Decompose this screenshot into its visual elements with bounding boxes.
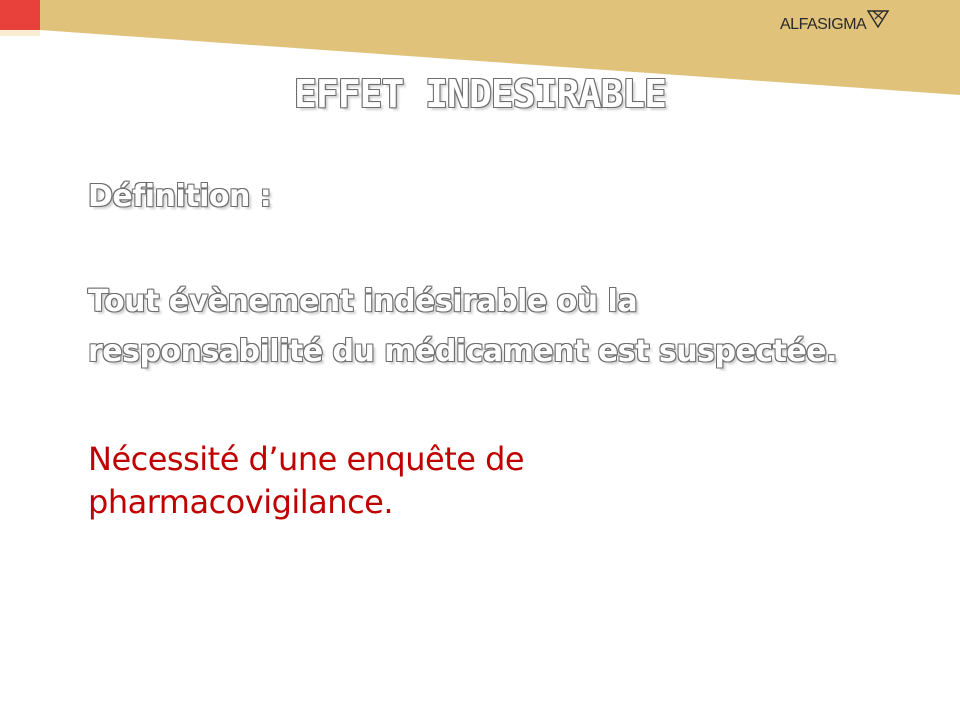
slide-title: EFFET INDESIRABLE — [294, 72, 667, 116]
pharmacovigilance-note: Nécessité d’une enquête de pharmacovigil… — [88, 438, 648, 524]
header-accent-shadow — [0, 30, 40, 36]
brand-name: ALFASIGMA — [780, 16, 867, 33]
alfasigma-logo: ALFASIGMA — [780, 9, 890, 40]
note-line-1: Nécessité d’une enquête de — [88, 440, 525, 478]
definition-text: Tout évènement indésirable où la respons… — [88, 277, 928, 377]
definition-line-1: Tout évènement indésirable où la — [88, 284, 638, 319]
note-line-2: pharmacovigilance. — [88, 483, 394, 521]
definition-label: Définition : — [88, 179, 272, 214]
brand-triangle-icon — [866, 9, 890, 33]
definition-line-2: responsabilité du médicament est suspect… — [88, 334, 838, 369]
header-red-accent — [0, 0, 40, 30]
